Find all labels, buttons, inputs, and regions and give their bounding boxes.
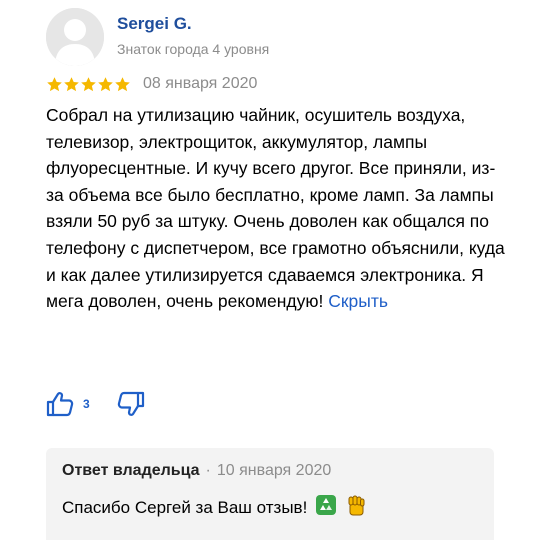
rating-stars [46,76,131,93]
star-icon [81,76,96,91]
owner-reply-title: Ответ владельца [62,462,200,479]
raised-fist-emoji-icon [345,494,367,521]
rating-row: 08 января 2020 [46,73,257,95]
owner-reply-date: 10 января 2020 [216,462,332,479]
avatar[interactable] [46,8,104,66]
star-icon [115,76,130,91]
owner-reply-text: Спасибо Сергей за Ваш отзыв! [62,497,308,517]
star-icon [64,76,79,91]
author-name[interactable]: Sergei G. [117,14,192,34]
review-text: Собрал на утилизацию чайник, осушитель в… [46,102,506,315]
thumbs-down-icon [117,391,144,416]
owner-reply-header: Ответ владельца · 10 января 2020 [62,462,331,480]
owner-reply-text-row: Спасибо Сергей за Ваш отзыв! [62,494,367,521]
owner-reply: Ответ владельца · 10 января 2020 Спасибо… [46,448,494,540]
like-count: 3 [83,397,90,411]
person-silhouette-icon [46,8,104,66]
hide-link[interactable]: Скрыть [328,291,388,311]
star-icon [98,76,113,91]
author-level: Знаток города 4 уровня [117,41,270,57]
like-button[interactable]: 3 [46,391,90,417]
dislike-button[interactable] [117,391,145,417]
recycle-emoji-icon [315,494,337,521]
thumbs-up-icon [46,392,74,417]
star-icon [47,76,62,91]
review-actions: 3 [46,390,145,418]
review-date: 08 января 2020 [143,75,258,92]
owner-reply-separator: · [205,462,211,479]
review-body: Собрал на утилизацию чайник, осушитель в… [46,105,505,312]
